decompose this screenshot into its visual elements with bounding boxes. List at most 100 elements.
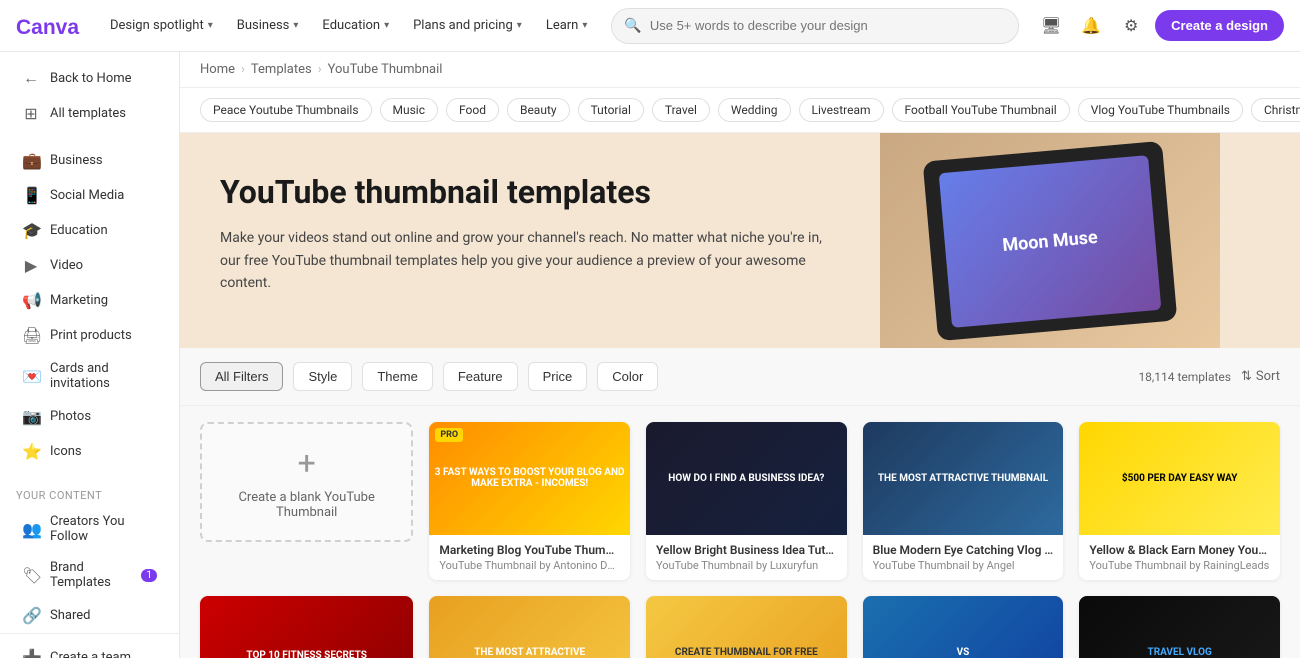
sidebar-item-cards[interactable]: 💌 Cards and invitations [6,353,173,399]
template-title: Blue Modern Eye Catching Vlog YouT... [873,543,1054,557]
tag-wedding[interactable]: Wedding [718,98,791,122]
create-design-button[interactable]: Create a design [1155,10,1284,41]
nav-plans-pricing[interactable]: Plans and pricing ▾ [405,12,530,39]
chevron-down-icon: ▾ [517,20,522,31]
breadcrumb-templates[interactable]: Templates [251,62,312,77]
thumb-text: CREATE THUMBNAIL FOR FREE [646,596,847,658]
tag-vlog[interactable]: Vlog YouTube Thumbnails [1078,98,1243,122]
pro-badge: PRO [435,428,463,442]
create-blank-inner[interactable]: + Create a blank YouTube Thumbnail [200,422,413,542]
logo[interactable]: Canva [16,14,86,38]
thumb-text: THE MOST ATTRACTIVE [429,596,630,658]
template-grid: + Create a blank YouTube Thumbnail 3 FAS… [180,406,1300,658]
all-filters-button[interactable]: All Filters [200,362,283,391]
color-filter-button[interactable]: Color [597,362,658,391]
sidebar-item-education[interactable]: 🎓 Education [6,213,173,248]
theme-filter-button[interactable]: Theme [362,362,432,391]
template-sub: YouTube Thumbnail by RainingLeads [1089,559,1270,572]
breadcrumb-home[interactable]: Home [200,62,235,77]
template-card-attract[interactable]: THE MOST ATTRACTIVE The Most Attractive … [429,596,630,658]
sidebar-item-business[interactable]: 💼 Business [6,143,173,178]
sidebar-item-create-team[interactable]: ➕ Create a team [6,640,173,658]
template-title: Yellow & Black Earn Money YouTube S... [1089,543,1270,557]
template-card-versus[interactable]: VS Blue Versus YouTube Thumbnail YouTube… [863,596,1064,658]
tag-food[interactable]: Food [446,98,499,122]
photos-icon: 📷 [22,407,40,426]
template-thumb: TOP 10 FITNESS SECRETS [200,596,413,658]
template-card-fitness[interactable]: TOP 10 FITNESS SECRETS Red Fitness YouTu… [200,596,413,658]
hero-description: Make your videos stand out online and gr… [220,227,840,294]
create-blank-card[interactable]: + Create a blank YouTube Thumbnail [200,422,413,580]
nav-design-spotlight[interactable]: Design spotlight ▾ [102,12,221,39]
filter-bar: All Filters Style Theme Feature Price Co… [180,348,1300,406]
tag-travel[interactable]: Travel [652,98,710,122]
thumb-text: THE MOST ATTRACTIVE THUMBNAIL [863,422,1064,535]
sidebar-item-icons[interactable]: ⭐ Icons [6,434,173,469]
template-card-travel[interactable]: TRAVEL VLOG Travel Vlog YouTube Thumbnai… [1079,596,1280,658]
sidebar-item-video[interactable]: ▶ Video [6,248,173,283]
tag-music[interactable]: Music [380,98,438,122]
social-icon: 📱 [22,186,40,205]
create-blank-label: Create a blank YouTube Thumbnail [202,490,411,520]
monitor-icon-btn[interactable]: 🖥 [1035,10,1067,42]
template-thumb: 3 FAST WAYS TO BOOST YOUR BLOG AND MAKE … [429,422,630,535]
style-filter-button[interactable]: Style [293,362,352,391]
tag-beauty[interactable]: Beauty [507,98,570,122]
template-card-business-idea[interactable]: HOW DO I FIND A BUSINESS IDEA? Yellow Br… [646,422,847,580]
cards-icon: 💌 [22,367,40,386]
tablet-screen-text: Moon Muse [1002,226,1099,255]
sort-button[interactable]: ⇅ Sort [1241,369,1280,384]
thumb-text: $500 PER DAY EASY WAY [1079,422,1280,535]
thumb-text: VS [863,596,1064,658]
hero-text: YouTube thumbnail templates Make your vi… [180,133,880,348]
sidebar-item-creators[interactable]: 👥 Creators You Follow [6,506,173,552]
search-input[interactable] [650,18,1006,33]
template-card-money[interactable]: $500 PER DAY EASY WAY Yellow & Black Ear… [1079,422,1280,580]
plus-icon: + [298,444,316,482]
template-thumb: $500 PER DAY EASY WAY [1079,422,1280,535]
sidebar-item-social-media[interactable]: 📱 Social Media [6,178,173,213]
main-layout: ← Back to Home ⊞ All templates 💼 Busines… [0,52,1300,658]
tag-football[interactable]: Football YouTube Thumbnail [892,98,1070,122]
search-icon: 🔍 [624,18,641,34]
settings-icon-btn[interactable]: ⚙ [1115,10,1147,42]
svg-text:Canva: Canva [16,15,79,37]
tablet-screen: Moon Muse [939,154,1162,327]
feature-filter-button[interactable]: Feature [443,362,518,391]
print-icon: 🖨 [22,326,40,345]
template-card-create-free[interactable]: CREATE THUMBNAIL FOR FREE Create Thumbna… [646,596,847,658]
nav-education[interactable]: Education ▾ [314,12,397,39]
breadcrumb-sep-2: › [318,62,322,77]
chevron-down-icon: ▾ [293,20,298,31]
tag-livestream[interactable]: Livestream [799,98,884,122]
hero-section: YouTube thumbnail templates Make your vi… [180,133,1300,348]
tag-tutorial[interactable]: Tutorial [578,98,644,122]
template-count: 18,114 templates [1138,370,1231,384]
tag-peace[interactable]: Peace Youtube Thumbnails [200,98,372,122]
sidebar-item-print[interactable]: 🖨 Print products [6,318,173,353]
sidebar-item-marketing[interactable]: 📢 Marketing [6,283,173,318]
sidebar-item-back-home[interactable]: ← Back to Home [6,60,173,96]
sidebar-item-photos[interactable]: 📷 Photos [6,399,173,434]
template-card-marketing-blog[interactable]: 3 FAST WAYS TO BOOST YOUR BLOG AND MAKE … [429,422,630,580]
tag-christmas[interactable]: Christmas YouTube Thumbnail [1251,98,1300,122]
sidebar-item-all-templates[interactable]: ⊞ All templates [6,96,173,131]
breadcrumb-sep-1: › [241,62,245,77]
sort-icon: ⇅ [1241,369,1252,384]
main-content: Home › Templates › YouTube Thumbnail Pea… [180,52,1300,658]
template-card-vlog[interactable]: THE MOST ATTRACTIVE THUMBNAIL Blue Moder… [863,422,1064,580]
sidebar-item-brand-templates[interactable]: 🏷 Brand Templates 1 [6,552,173,598]
template-title: Yellow Bright Business Idea Tutorial S..… [656,543,837,557]
brand-icon: 🏷 [22,566,40,585]
template-sub: YouTube Thumbnail by Angel [873,559,1054,572]
icons-icon: ⭐ [22,442,40,461]
template-thumb: VS [863,596,1064,658]
sidebar-item-shared[interactable]: 🔗 Shared [6,598,173,633]
template-info: Blue Modern Eye Catching Vlog YouT... Yo… [863,535,1064,580]
nav-learn[interactable]: Learn ▾ [538,12,596,39]
nav-business[interactable]: Business ▾ [229,12,307,39]
price-filter-button[interactable]: Price [528,362,588,391]
bell-icon-btn[interactable]: 🔔 [1075,10,1107,42]
creators-icon: 👥 [22,520,40,539]
video-icon: ▶ [22,256,40,275]
